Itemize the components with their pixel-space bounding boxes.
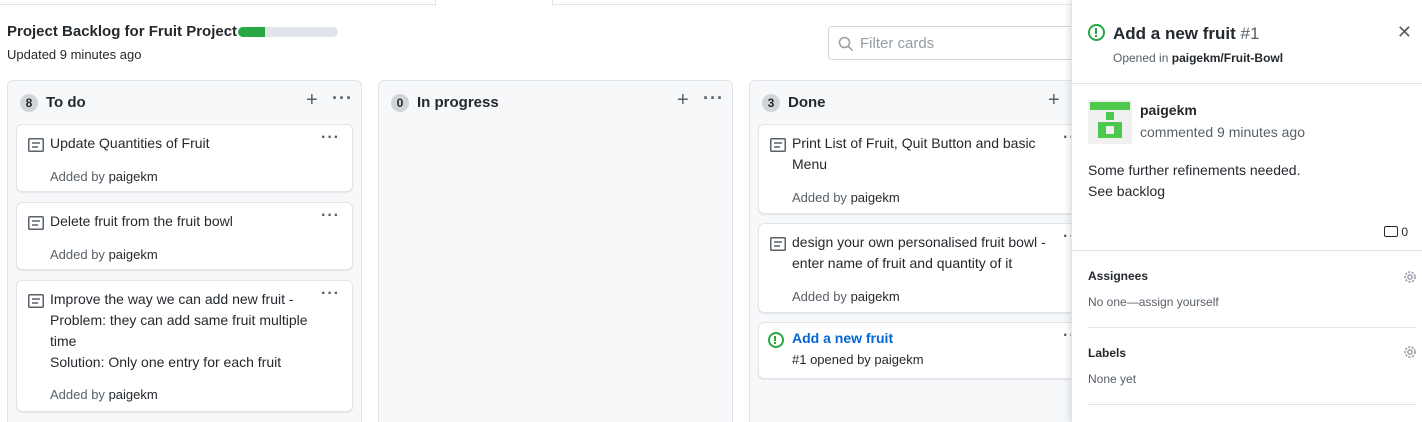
column-todo: 8 To do + ··· Update Quantities of Fruit… (7, 80, 362, 422)
column-header: 3 Done + (762, 90, 1091, 113)
column-header: 0 In progress + ··· (391, 88, 723, 113)
comment-line: Some further refinements needed. (1088, 162, 1301, 178)
column-title: To do (46, 94, 86, 111)
column-header: 8 To do + ··· (20, 88, 352, 113)
opened-in: Opened in paigekm/Fruit-Bowl (1113, 51, 1283, 65)
issue-card[interactable]: Add a new fruit ··· #1 opened by paigekm (758, 322, 1095, 379)
card-text: design your own personalised fruit bowl … (792, 234, 1046, 271)
add-card-button[interactable]: + (306, 90, 318, 110)
card[interactable]: Delete fruit from the fruit bowl ··· Add… (16, 202, 353, 270)
card-text: Delete fruit from the fruit bowl (50, 213, 233, 229)
card-author-link[interactable]: paigekm (851, 289, 900, 304)
gear-icon[interactable] (1402, 269, 1418, 285)
column-title: Done (788, 94, 826, 111)
project-title: Project Backlog for Fruit Project (7, 23, 238, 40)
card-menu-button[interactable]: ··· (321, 285, 340, 303)
labels-value: None yet (1088, 372, 1137, 386)
issue-title-link[interactable]: Add a new fruit (792, 330, 893, 346)
project-updated-text: Updated 9 minutes ago (7, 47, 142, 62)
repo-link[interactable]: paigekm/Fruit-Bowl (1172, 51, 1283, 65)
added-prefix: Added by (50, 387, 105, 402)
card-added-by: Added by paigekm (50, 247, 158, 262)
issue-meta: #1 opened by paigekm (792, 352, 924, 367)
column-count: 3 (762, 94, 780, 112)
card[interactable]: Improve the way we can add new fruit - P… (16, 280, 353, 412)
card-author-link[interactable]: paigekm (109, 247, 158, 262)
close-icon[interactable]: ✕ (1397, 22, 1412, 43)
added-prefix: Added by (792, 289, 847, 304)
comment-body: Some further refinements needed. See bac… (1088, 160, 1300, 202)
panel-issue-number: #1 (1240, 24, 1260, 43)
comment-count[interactable]: 0 (1384, 225, 1408, 239)
column-done: 3 Done + Print List of Fruit, Quit Butto… (749, 80, 1104, 422)
active-tab[interactable] (435, 0, 553, 6)
added-prefix: Added by (50, 247, 105, 262)
gear-icon[interactable] (1402, 344, 1418, 360)
added-prefix: Added by (792, 190, 847, 205)
card-text: Update Quantities of Fruit (50, 135, 210, 151)
panel-issue-title[interactable]: Add a new fruit #1 (1113, 24, 1259, 44)
labels-label: Labels (1088, 346, 1127, 360)
card[interactable]: design your own personalised fruit bowl … (758, 223, 1095, 313)
column-count: 0 (391, 94, 409, 112)
note-icon (28, 294, 44, 308)
progress-fill (238, 27, 265, 37)
issue-side-panel: Add a new fruit #1 ✕ Opened in paigekm/F… (1071, 0, 1422, 422)
comment-time: commented 9 minutes ago (1140, 124, 1305, 140)
column-menu-button[interactable]: ··· (703, 88, 724, 108)
note-icon (28, 216, 44, 230)
filter-cards-input[interactable]: Filter cards (828, 26, 1088, 60)
issue-opened-icon (768, 332, 784, 348)
note-icon (770, 138, 786, 152)
card[interactable]: Update Quantities of Fruit ··· Added by … (16, 124, 353, 192)
card-author-link[interactable]: paigekm (851, 190, 900, 205)
card-menu-button[interactable]: ··· (321, 129, 340, 147)
card-author-link[interactable]: paigekm (109, 387, 158, 402)
avatar[interactable] (1088, 100, 1132, 144)
divider (1072, 83, 1422, 84)
note-icon (28, 138, 44, 152)
assignees-label: Assignees (1088, 269, 1149, 283)
card-added-by: Added by paigekm (50, 169, 158, 184)
opened-prefix: Opened in (1113, 51, 1169, 65)
column-title: In progress (417, 94, 499, 111)
add-card-button[interactable]: + (677, 90, 689, 110)
card-added-by: Added by paigekm (792, 289, 900, 304)
note-icon (770, 237, 786, 251)
column-count: 8 (20, 94, 38, 112)
card-menu-button[interactable]: ··· (321, 207, 340, 225)
divider (1072, 250, 1422, 251)
comment-author[interactable]: paigekm (1140, 102, 1197, 118)
comment-count-value: 0 (1401, 225, 1408, 239)
search-icon (838, 36, 854, 52)
card-added-by: Added by paigekm (792, 190, 900, 205)
card-added-by: Added by paigekm (50, 387, 158, 402)
divider (1088, 327, 1416, 328)
project-progress-bar (238, 27, 338, 37)
add-card-button[interactable]: + (1048, 90, 1060, 110)
card-text: Improve the way we can add new fruit - P… (50, 291, 308, 370)
issue-opened-icon (1088, 24, 1105, 41)
column-in-progress: 0 In progress + ··· (378, 80, 733, 422)
filter-placeholder: Filter cards (860, 35, 935, 52)
card[interactable]: Print List of Fruit, Quit Button and bas… (758, 124, 1095, 214)
card-author-link[interactable]: paigekm (109, 169, 158, 184)
comment-icon (1384, 226, 1399, 237)
divider (1088, 404, 1416, 405)
comment-line: See backlog (1088, 183, 1166, 199)
assignees-value[interactable]: No one—assign yourself (1088, 295, 1219, 309)
added-prefix: Added by (50, 169, 105, 184)
column-menu-button[interactable]: ··· (332, 88, 353, 108)
card-text: Print List of Fruit, Quit Button and bas… (792, 135, 1036, 172)
panel-title-text: Add a new fruit (1113, 24, 1236, 43)
